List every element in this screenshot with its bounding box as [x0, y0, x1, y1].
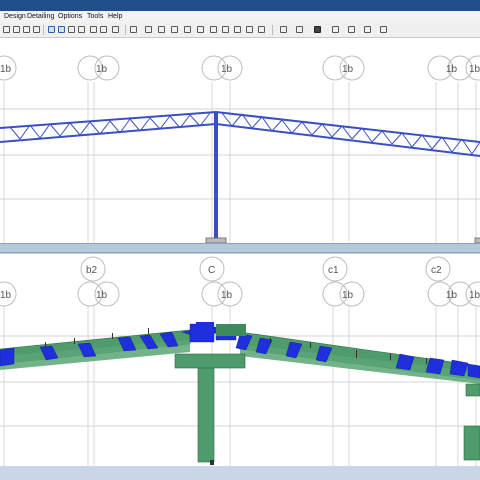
ridge-connection	[216, 324, 246, 336]
menu-detailing[interactable]: Detailing	[27, 13, 54, 20]
redo-icon[interactable]	[13, 26, 20, 33]
column-icon[interactable]	[158, 26, 165, 33]
truss-bottom-chord	[0, 122, 480, 157]
center-column-stress	[197, 365, 215, 463]
toolbar-separator	[272, 25, 273, 35]
grid-label: 1b	[96, 64, 108, 75]
frame-icon[interactable]	[112, 26, 119, 33]
toolbar-separator	[43, 25, 44, 35]
dash-icon[interactable]	[348, 26, 355, 33]
stress-diagram[interactable]	[0, 322, 480, 465]
bottom-grid-labels: 1b 1b 1b 1b 1b 1b	[0, 290, 480, 301]
table-icon[interactable]	[246, 26, 253, 33]
top-viewport[interactable]: 1b 1b 1b 1b 1b 1b	[0, 37, 480, 244]
bottom-viewport[interactable]: b2 C c1 c2 1b 1b 1b 1b 1b 1b	[0, 253, 480, 467]
top-grid-labels: 1b 1b 1b 1b 1b 1b	[0, 64, 480, 75]
grid-label: 1b	[446, 64, 458, 75]
section-icon[interactable]	[234, 26, 241, 33]
select-icon[interactable]	[68, 26, 75, 33]
connection-icon[interactable]	[197, 26, 204, 33]
grid-label: 1b	[469, 290, 480, 301]
status-area	[0, 466, 480, 480]
menu-help[interactable]: Help	[108, 13, 122, 20]
move-icon[interactable]	[78, 26, 85, 33]
plate-icon[interactable]	[184, 26, 191, 33]
arrow-up-icon[interactable]	[48, 26, 55, 33]
grid-icon[interactable]	[100, 26, 107, 33]
brace-icon[interactable]	[171, 26, 178, 33]
tool-icon[interactable]	[210, 26, 217, 33]
grid-label: 1b	[469, 64, 480, 75]
component-icon[interactable]	[364, 26, 371, 33]
title-bar	[0, 0, 480, 11]
grid-letter: c1	[328, 265, 339, 276]
roof-truss[interactable]	[0, 110, 480, 157]
top-model-canvas[interactable]: 1b 1b 1b 1b 1b 1b	[0, 38, 480, 244]
bottom-letter-labels: b2 C c1 c2	[86, 265, 442, 276]
top-vertical-gridlines	[3, 82, 477, 244]
member-icon[interactable]	[130, 26, 137, 33]
center-column[interactable]	[205, 112, 480, 244]
ruler-icon[interactable]	[222, 26, 229, 33]
grid-label: 1b	[0, 64, 12, 75]
toolbar-separator	[125, 25, 126, 35]
grid-label: 1b	[221, 64, 233, 75]
grid-label: 1b	[221, 290, 233, 301]
column-base-mark	[210, 460, 214, 465]
menu-bar: Design Detailing Options Tools Help	[0, 11, 480, 23]
column-head-stress	[174, 353, 246, 369]
right-column-head	[465, 383, 480, 397]
view-splitter[interactable]	[0, 243, 480, 253]
beam-icon[interactable]	[145, 26, 152, 33]
ridge-block	[196, 322, 214, 332]
column-member	[214, 112, 218, 238]
grid-label: 1b	[342, 64, 354, 75]
grid-letter: c2	[431, 265, 442, 276]
top-grid-bubbles	[0, 55, 480, 81]
grid-letter: C	[208, 265, 215, 276]
check-icon[interactable]	[90, 26, 97, 33]
grid-label: 1b	[446, 290, 458, 301]
bottom-grid-bubbles	[0, 281, 480, 307]
grid-label: 1b	[342, 290, 354, 301]
layout-icon[interactable]	[332, 26, 339, 33]
arrow-down-icon[interactable]	[58, 26, 65, 33]
text-cursor-icon[interactable]	[280, 26, 287, 33]
menu-tools[interactable]: Tools	[87, 13, 103, 20]
grid-label: 1b	[0, 290, 12, 301]
settings-icon[interactable]	[258, 26, 265, 33]
dropdown-icon[interactable]	[380, 26, 387, 33]
bottom-letter-bubbles	[80, 256, 451, 282]
menu-options[interactable]: Options	[58, 13, 82, 20]
menu-design[interactable]: Design	[4, 13, 26, 20]
grid-letter: b2	[86, 265, 98, 276]
toolbar	[0, 23, 480, 38]
grid-label: 1b	[96, 290, 108, 301]
view-icon[interactable]	[296, 26, 303, 33]
filter-icon[interactable]	[314, 26, 321, 33]
bottom-model-canvas[interactable]: b2 C c1 c2 1b 1b 1b 1b 1b 1b	[0, 254, 480, 467]
cut-icon[interactable]	[33, 26, 40, 33]
right-column-stress	[463, 425, 480, 461]
undo-icon[interactable]	[3, 26, 10, 33]
refresh-icon[interactable]	[23, 26, 30, 33]
